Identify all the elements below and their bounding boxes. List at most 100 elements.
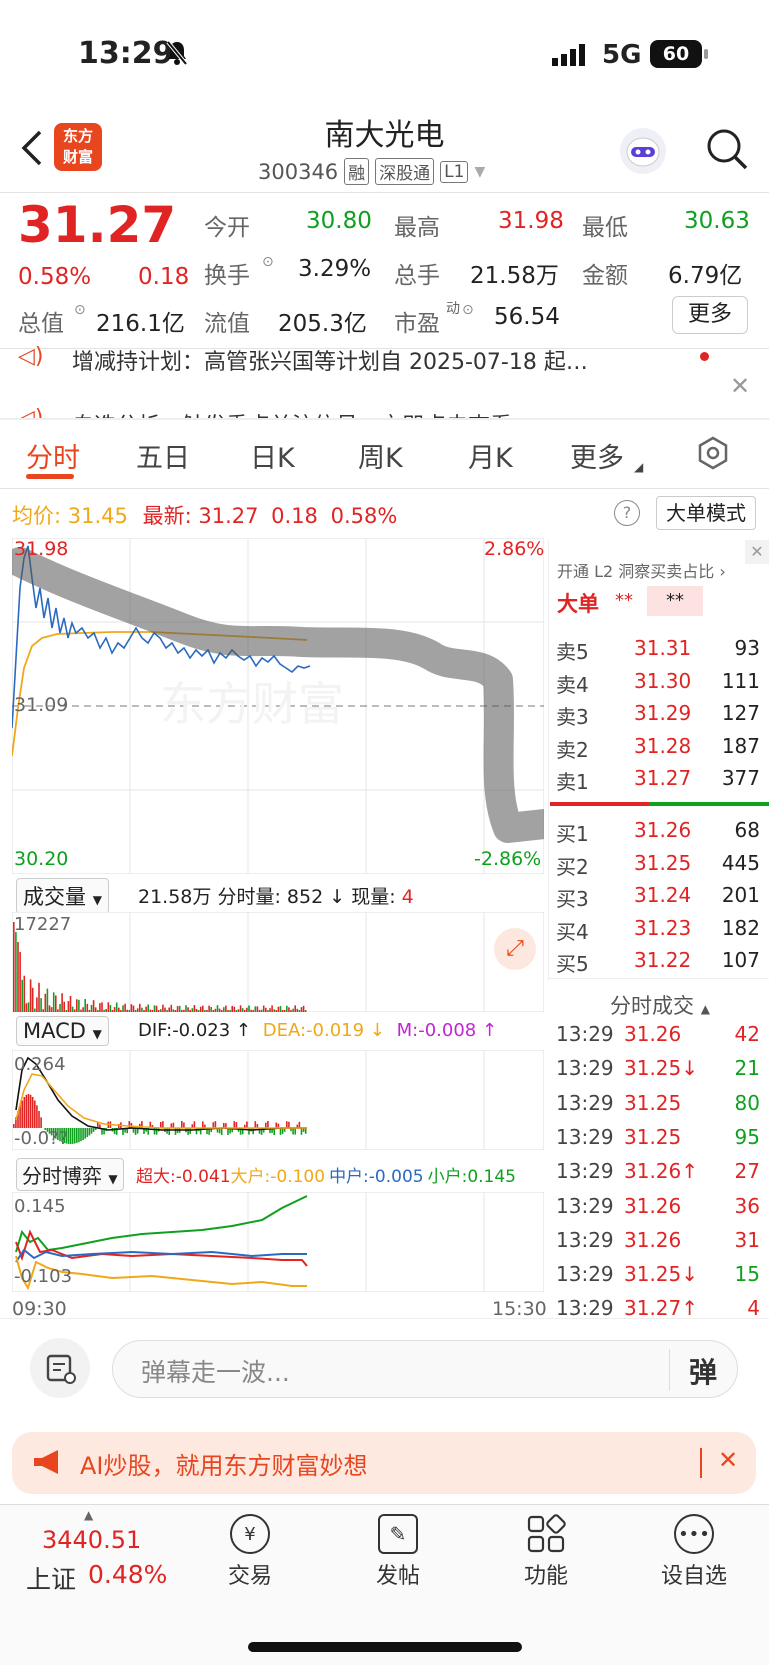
macd-stats: DIF:-0.023 ↑ DEA:-0.019 ↓ M:-0.008 ↑ — [138, 1020, 497, 1041]
macd-bar — [292, 1128, 294, 1135]
volume-bar — [149, 1009, 152, 1012]
bid-row[interactable]: 买3 31.24 201 — [556, 883, 760, 913]
ask-row[interactable]: 卖3 31.29 127 — [556, 701, 760, 731]
trade-time: 13:29 — [556, 1090, 614, 1115]
nav-trade[interactable]: ¥ 交易 — [190, 1514, 310, 1590]
volume-bar — [271, 1005, 273, 1012]
ask-row[interactable]: 卖4 31.30 111 — [556, 669, 760, 699]
ai-banner[interactable]: AI炒股，就用东方财富妙想 ✕ — [12, 1432, 756, 1494]
high-label: 最高 — [394, 215, 440, 241]
bid-row[interactable]: 买2 31.25 445 — [556, 851, 760, 881]
volume-bar — [55, 995, 57, 1012]
volume-bar — [63, 1001, 65, 1012]
macd-bar — [128, 1121, 131, 1128]
volume-bar — [52, 992, 55, 1012]
index-widget[interactable]: ▲ 3440.51 上证 0.48% — [16, 1508, 176, 1598]
time-start: 09:30 — [12, 1298, 67, 1320]
gear-icon[interactable] — [696, 436, 730, 474]
volume-max: 17227 — [14, 914, 72, 935]
macd-bar — [80, 1128, 82, 1142]
info-icon[interactable]: ⊙ — [462, 302, 474, 318]
search-icon[interactable] — [704, 126, 750, 176]
help-icon[interactable]: ? — [614, 500, 640, 526]
close-icon[interactable]: ✕ — [745, 540, 769, 564]
trade-volume: 21 — [734, 1056, 760, 1081]
volume-bar — [124, 1003, 126, 1012]
bid-row[interactable]: 买5 31.22 107 — [556, 948, 760, 978]
nav-post-label: 发帖 — [375, 1564, 420, 1589]
yen-icon: ¥ — [230, 1514, 270, 1554]
close-icon[interactable]: ✕ — [730, 372, 750, 400]
time-end: 15:30 — [492, 1298, 547, 1320]
close-icon[interactable]: ✕ — [718, 1446, 738, 1474]
macd-bar — [281, 1128, 284, 1134]
robot-avatar-icon[interactable] — [620, 128, 666, 174]
trade-volume: 27 — [734, 1159, 760, 1184]
tab-5day[interactable]: 五日 — [136, 436, 190, 475]
volume-selector[interactable]: 成交量 ▼ — [16, 878, 109, 914]
arrow-down-icon: ↓ — [329, 886, 346, 908]
network-label: 5G — [602, 40, 642, 70]
volume-chart[interactable] — [12, 912, 544, 1012]
trade-price: 31.26 — [624, 1193, 682, 1218]
volume-bar — [13, 922, 15, 1012]
macd-bar — [168, 1128, 170, 1135]
game-selector[interactable]: 分时博弈 ▼ — [16, 1158, 124, 1191]
tab-more[interactable]: 更多 — [570, 436, 624, 475]
tab-weekly-k[interactable]: 周K — [358, 436, 403, 475]
battery-tip — [704, 49, 708, 59]
divider — [0, 488, 769, 489]
chat-icon[interactable] — [30, 1338, 90, 1398]
volume-bar — [19, 952, 21, 1012]
volume-bar — [218, 1008, 221, 1012]
caret-down-icon: ▼ — [108, 1172, 118, 1186]
expand-icon[interactable]: ⤢ — [494, 928, 536, 970]
ask-volume: 127 — [721, 701, 760, 725]
edit-icon: ✎ — [378, 1514, 418, 1554]
bid-row[interactable]: 买4 31.23 182 — [556, 916, 760, 946]
trade-time: 13:29 — [556, 1022, 614, 1046]
intraday-chart[interactable]: 东方财富 — [12, 538, 544, 874]
nav-functions[interactable]: 功能 — [486, 1514, 606, 1590]
volume-bar — [206, 1010, 208, 1012]
trade-price: 31.25 — [624, 1124, 682, 1149]
ask-row[interactable]: 卖1 31.27 377 — [556, 766, 760, 796]
volume-bar — [202, 1005, 204, 1012]
volume-bar — [204, 1010, 206, 1012]
now-value: 4 — [401, 886, 414, 908]
trades-title[interactable]: 分时成交 ▲ — [610, 990, 710, 1020]
info-icon[interactable]: ⊙ — [74, 302, 86, 318]
volume-bar — [44, 993, 47, 1012]
trade-price: 31.26↑ — [624, 1159, 699, 1184]
macd-bar — [82, 1128, 84, 1140]
big-order-mode-button[interactable]: 大单模式 — [656, 496, 756, 530]
tab-monthly-k[interactable]: 月K — [468, 436, 513, 475]
ask-row[interactable]: 卖2 31.28 187 — [556, 734, 760, 764]
volume-bar — [21, 979, 23, 1012]
volume-bar — [153, 1005, 156, 1012]
volume-bar — [73, 1009, 76, 1012]
bid-row[interactable]: 买1 31.26 68 — [556, 818, 760, 848]
tab-daily-k[interactable]: 日K — [250, 436, 295, 475]
notice-line1[interactable]: 增减持计划：高管张兴国等计划自 2025-07-18 起… — [72, 344, 662, 376]
stock-code-row[interactable]: 300346 融 深股通 L1 ▼ — [258, 158, 485, 185]
nav-add-watchlist[interactable]: ••• 设自选 — [634, 1514, 754, 1590]
macd-chart[interactable] — [12, 1050, 544, 1150]
bid-volume: 445 — [721, 850, 760, 875]
comment-input[interactable]: 弹幕走一波... 弹 — [112, 1340, 738, 1398]
macd-selector[interactable]: MACD ▼ — [16, 1016, 109, 1046]
volume-bar — [69, 996, 72, 1012]
trade-time: 13:29 — [556, 1056, 614, 1081]
game-chart[interactable] — [12, 1192, 544, 1292]
axis-top-price: 31.98 — [14, 538, 69, 560]
ask-row[interactable]: 卖5 31.31 93 — [556, 636, 760, 666]
nav-post[interactable]: ✎ 发帖 — [338, 1514, 458, 1590]
tab-intraday[interactable]: 分时 — [26, 436, 80, 475]
volume-bar — [193, 1005, 196, 1012]
l2-promo[interactable]: 开通 L2 洞察买卖占比 › — [557, 558, 726, 582]
danmu-toggle-button[interactable]: 弹 — [689, 1351, 717, 1391]
info-icon[interactable]: ⊙ — [262, 254, 274, 270]
caret-up-icon: ▲ — [700, 1002, 710, 1016]
more-button[interactable]: 更多 — [672, 296, 748, 334]
volume-bar — [86, 1003, 89, 1012]
